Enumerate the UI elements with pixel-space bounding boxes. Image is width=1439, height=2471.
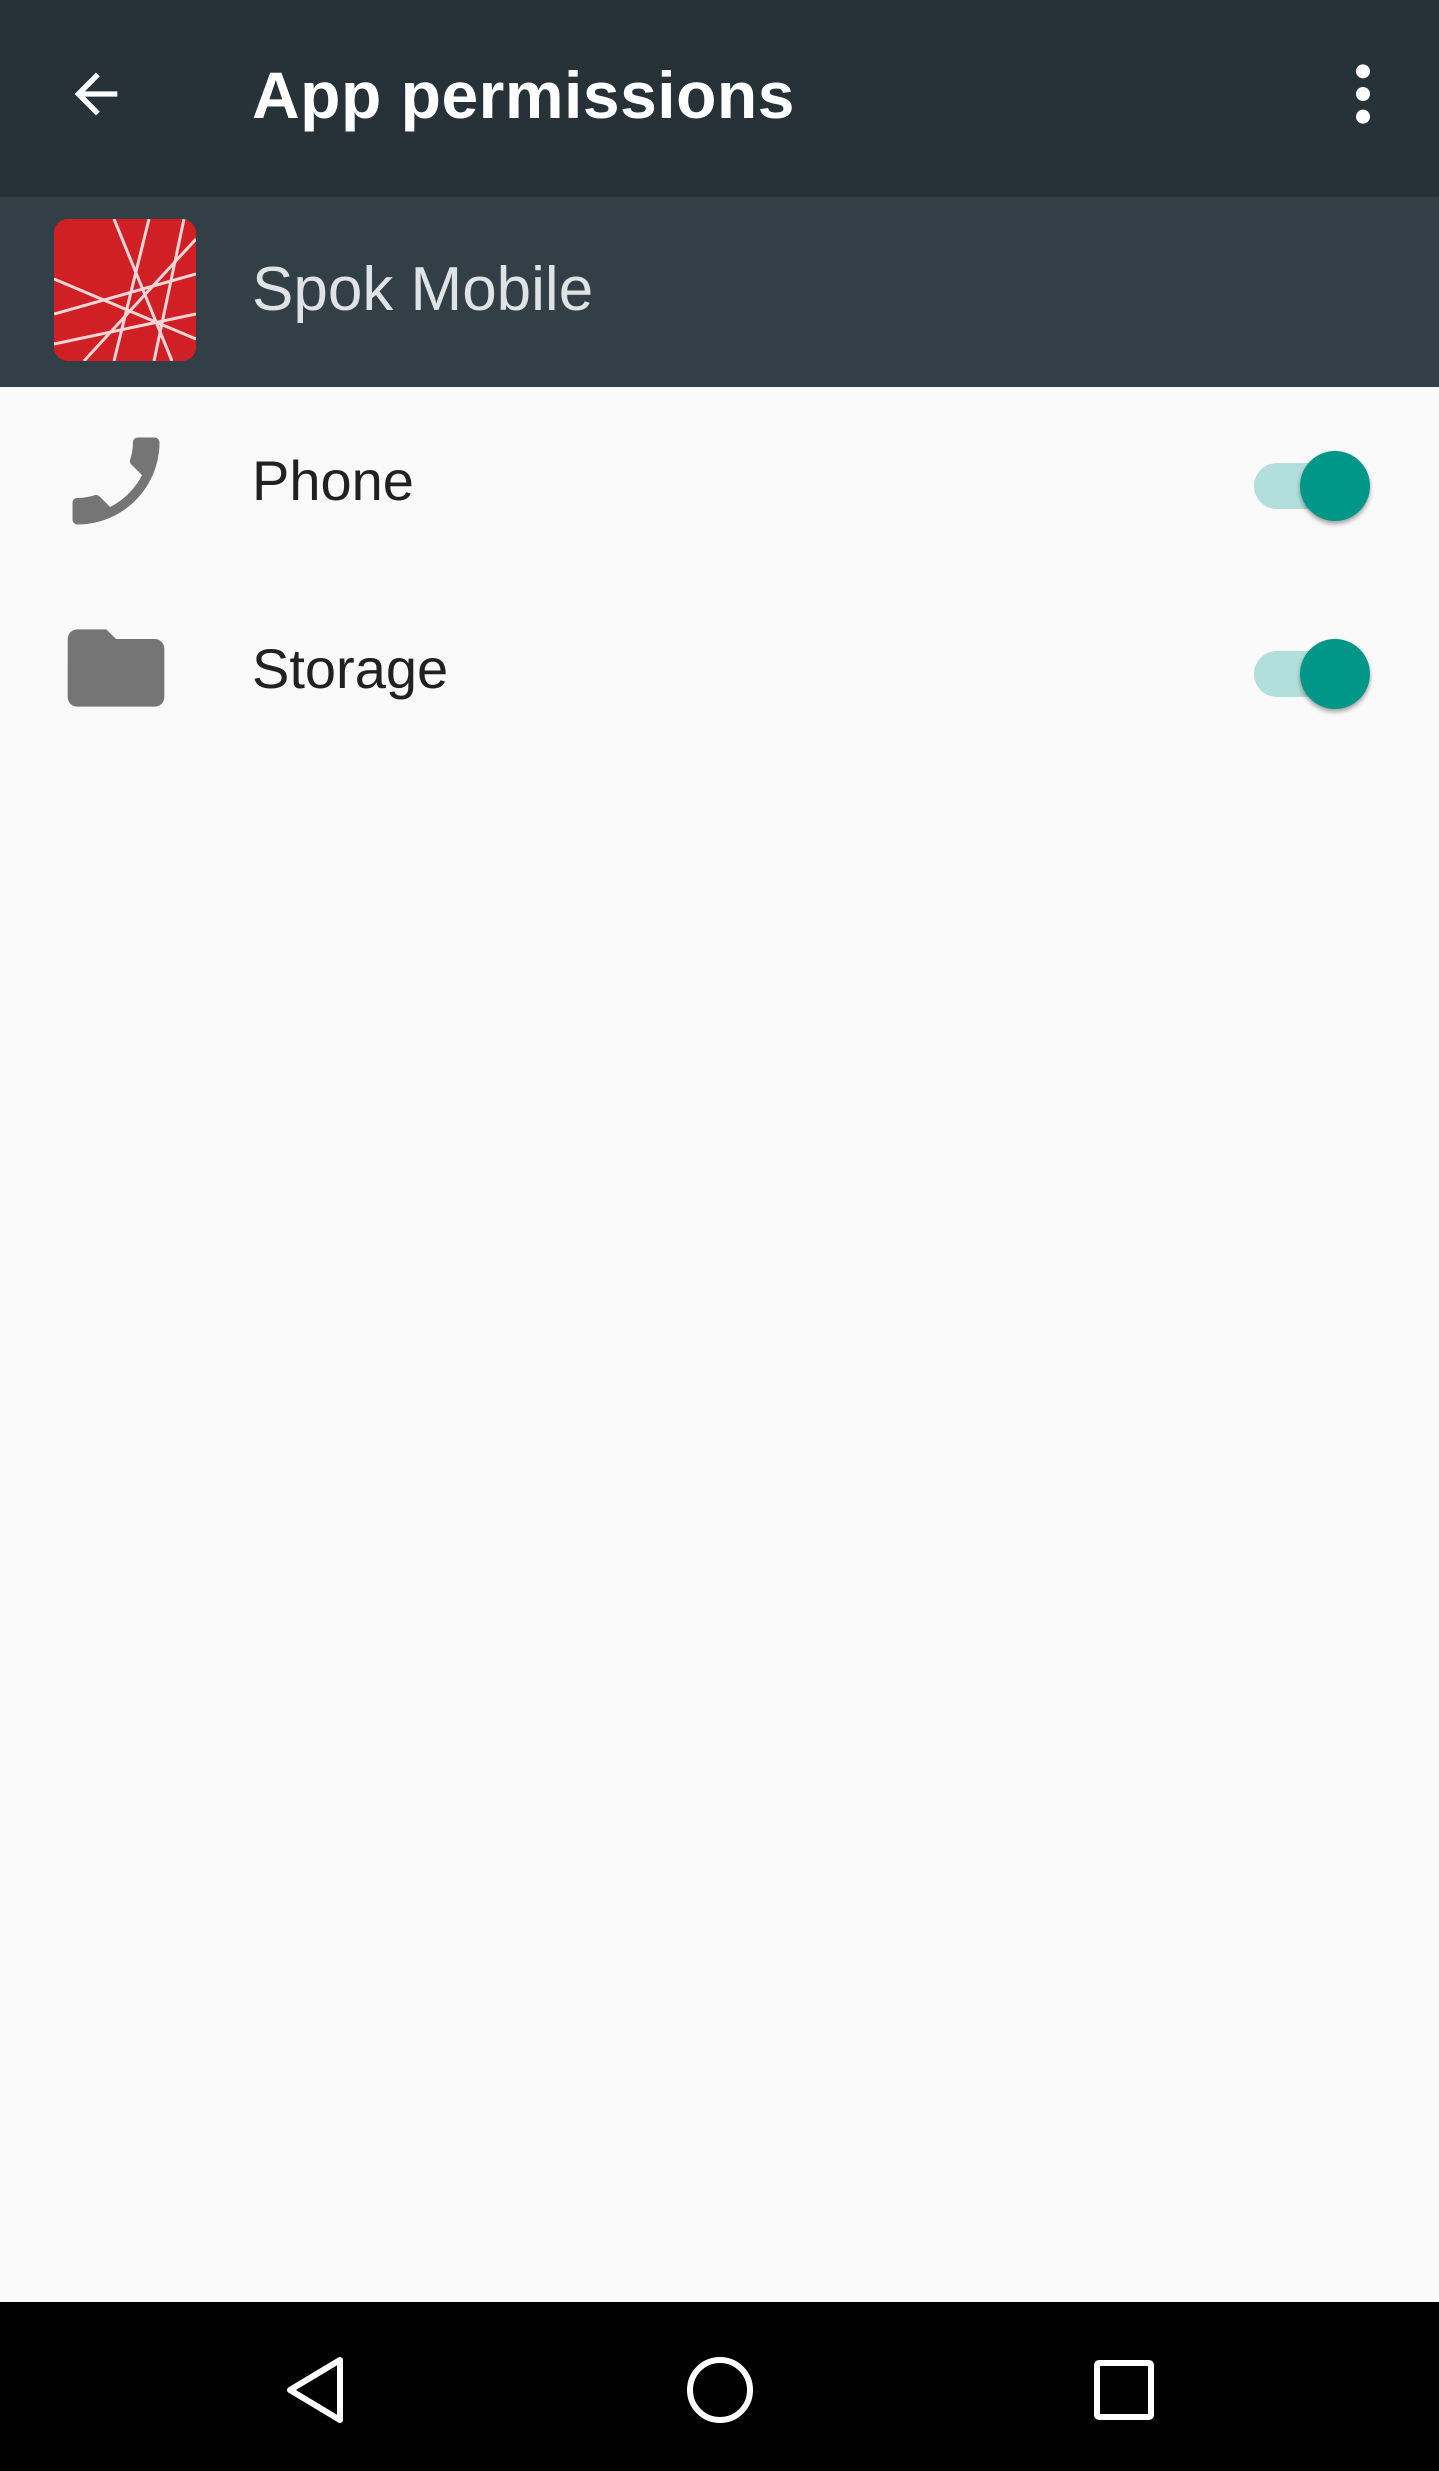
more-vert-icon [1356, 64, 1370, 124]
switch-thumb [1300, 451, 1370, 521]
permission-row-phone[interactable]: Phone [0, 387, 1439, 575]
app-header: Spok Mobile [0, 197, 1439, 387]
nav-home-button[interactable] [660, 2330, 780, 2450]
app-bar: App permissions [0, 0, 1439, 197]
permission-row-storage[interactable]: Storage [0, 575, 1439, 763]
back-button[interactable] [56, 54, 136, 134]
phone-icon [72, 437, 160, 525]
permission-label-storage: Storage [252, 637, 449, 700]
system-navigation-bar [0, 2302, 1439, 2471]
back-triangle-icon [287, 2357, 343, 2423]
switch-thumb [1300, 639, 1370, 709]
phone-permission-switch[interactable] [1252, 440, 1372, 521]
page-title: App permissions [252, 58, 795, 132]
arrow-back-icon [74, 72, 118, 116]
nav-back-button[interactable] [256, 2330, 376, 2450]
app-name: Spok Mobile [252, 255, 594, 324]
more-options-button[interactable] [1318, 54, 1408, 134]
nav-recents-button[interactable] [1064, 2330, 1184, 2450]
home-circle-icon [687, 2357, 753, 2423]
folder-icon [67, 629, 165, 707]
recents-square-icon [1094, 2360, 1154, 2420]
storage-permission-switch[interactable] [1252, 628, 1372, 709]
spok-mobile-app-icon [54, 219, 196, 361]
permission-label-phone: Phone [252, 449, 414, 512]
